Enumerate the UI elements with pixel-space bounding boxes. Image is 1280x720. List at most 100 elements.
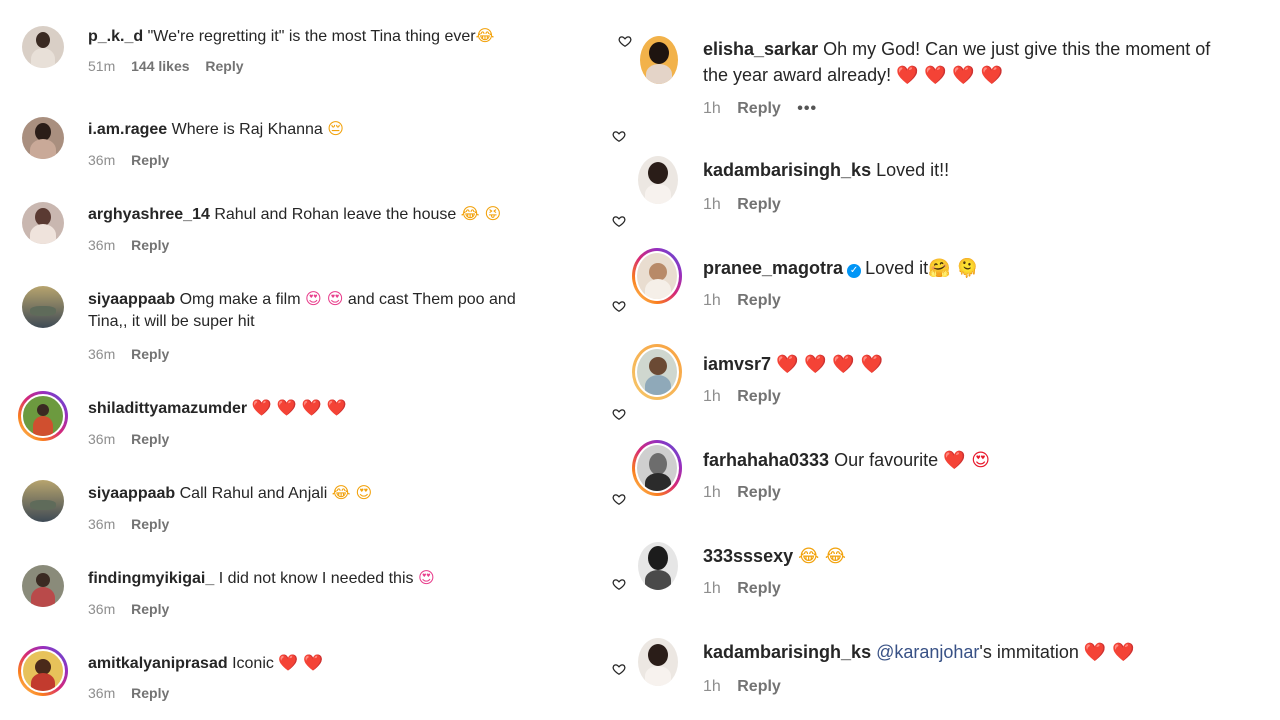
comments-left-column: p_.k._d "We're regretting it" is the mos…	[0, 0, 640, 720]
avatar-story-ring[interactable]	[632, 440, 682, 496]
avatar[interactable]	[22, 565, 64, 607]
reply-button[interactable]: Reply	[131, 431, 169, 447]
more-options-icon[interactable]: •••	[797, 100, 817, 117]
comment-meta: 1h Reply	[703, 388, 793, 406]
comment-text: kadambarisingh_ks Loved it!!	[703, 160, 950, 180]
avatar[interactable]	[640, 36, 678, 84]
comment-text: kadambarisingh_ks @karanjohar's immitati…	[703, 642, 1135, 663]
reply-button[interactable]: Reply	[131, 685, 169, 701]
comment-username[interactable]: 333sssexy	[703, 546, 793, 566]
reply-button[interactable]: Reply	[737, 484, 781, 501]
comment-text-line2: the year award already! ❤️ ❤️ ❤️ ❤️	[703, 65, 1003, 86]
avatar[interactable]	[22, 26, 64, 68]
avatar[interactable]	[638, 156, 678, 204]
comment-username[interactable]: findingmyikigai_	[88, 570, 214, 587]
avatar[interactable]	[22, 117, 64, 159]
comment-time: 1h	[703, 196, 721, 213]
avatar[interactable]	[22, 202, 64, 244]
comment-text: pranee_magotra ✓ Loved it🤗 🫠	[703, 258, 979, 279]
comment-meta: 36m Reply	[88, 516, 181, 532]
heart-outline-icon[interactable]	[612, 129, 626, 143]
verified-badge-icon: ✓	[847, 264, 862, 278]
heart-outline-icon[interactable]	[612, 214, 626, 228]
comment-meta: 1h Reply	[703, 484, 793, 502]
heart-outline-icon[interactable]	[612, 662, 626, 676]
comment-meta: 36m Reply	[88, 685, 181, 701]
avatar-story-ring[interactable]	[632, 344, 682, 400]
reply-button[interactable]: Reply	[131, 237, 169, 253]
avatar-story-ring[interactable]	[18, 646, 68, 696]
comment-time: 51m	[88, 58, 116, 74]
comment-username[interactable]: farhahaha0333	[703, 450, 829, 470]
comment-meta: 36m Reply	[88, 601, 181, 617]
reply-button[interactable]: Reply	[737, 196, 781, 213]
heart-outline-icon[interactable]	[612, 299, 626, 313]
likes-count[interactable]: 144 likes	[131, 58, 189, 74]
comment-text: siyaappaab Omg make a film 😍 😍 and cast …	[88, 289, 516, 308]
comment-meta: 1h Reply	[703, 196, 793, 214]
comment-text: iamvsr7 ❤️ ❤️ ❤️ ❤️	[703, 354, 883, 375]
heart-outline-icon[interactable]	[618, 34, 632, 48]
reply-button[interactable]: Reply	[737, 388, 781, 405]
comment-username[interactable]: arghyashree_14	[88, 206, 210, 223]
comment-text: farhahaha0333 Our favourite ❤️ 😍	[703, 450, 991, 471]
reply-button[interactable]: Reply	[737, 292, 781, 309]
comment-text-line2: Tina,, it will be super hit	[88, 313, 255, 330]
reply-button[interactable]: Reply	[737, 100, 781, 117]
comment-meta: 36m Reply	[88, 431, 181, 447]
comment-text: elisha_sarkar Oh my God! Can we just giv…	[703, 39, 1211, 59]
reply-button[interactable]: Reply	[131, 152, 169, 168]
comment-time: 1h	[703, 678, 721, 695]
reply-button[interactable]: Reply	[205, 58, 243, 74]
comment-meta: 36m Reply	[88, 237, 181, 253]
comment-meta: 51m 144 likes Reply	[88, 58, 256, 74]
avatar[interactable]	[22, 480, 64, 522]
comment-text: arghyashree_14 Rahul and Rohan leave the…	[88, 204, 502, 223]
comment-username[interactable]: kadambarisingh_ks	[703, 642, 871, 662]
comment-time: 1h	[703, 580, 721, 597]
comment-username[interactable]: siyaappaab	[88, 291, 175, 308]
comment-meta: 1h Reply	[703, 580, 793, 598]
comment-time: 36m	[88, 346, 116, 362]
avatar[interactable]	[638, 542, 678, 590]
comment-username[interactable]: kadambarisingh_ks	[703, 160, 871, 180]
comment-time: 36m	[88, 237, 116, 253]
comment-username[interactable]: elisha_sarkar	[703, 39, 818, 59]
comment-text: findingmyikigai_ I did not know I needed…	[88, 568, 435, 587]
comment-text: siyaappaab Call Rahul and Anjali 😂 😍	[88, 483, 373, 502]
reply-button[interactable]: Reply	[737, 678, 781, 695]
comment-meta: 1h Reply •••	[703, 100, 829, 118]
comments-right-column: elisha_sarkar Oh my God! Can we just giv…	[610, 0, 1280, 720]
comment-time: 1h	[703, 388, 721, 405]
heart-outline-icon[interactable]	[612, 577, 626, 591]
comment-meta: 36m Reply	[88, 152, 181, 168]
reply-button[interactable]: Reply	[131, 346, 169, 362]
comment-username[interactable]: siyaappaab	[88, 485, 175, 502]
comment-time: 1h	[703, 292, 721, 309]
comment-username[interactable]: iamvsr7	[703, 354, 771, 374]
user-mention-link[interactable]: @karanjohar	[876, 642, 979, 662]
comment-time: 36m	[88, 601, 116, 617]
comment-text: amitkalyaniprasad Iconic ❤️ ❤️	[88, 653, 324, 672]
avatar-story-ring[interactable]	[632, 248, 682, 304]
comment-username[interactable]: p_.k._d	[88, 28, 143, 45]
comment-username[interactable]: shiladittyamazumder	[88, 400, 247, 417]
comment-meta: 1h Reply	[703, 678, 793, 696]
reply-button[interactable]: Reply	[131, 601, 169, 617]
avatar[interactable]	[638, 638, 678, 686]
comment-username[interactable]: amitkalyaniprasad	[88, 655, 228, 672]
heart-outline-icon[interactable]	[612, 407, 626, 421]
reply-button[interactable]: Reply	[131, 516, 169, 532]
avatar-story-ring[interactable]	[18, 391, 68, 441]
comment-username[interactable]: pranee_magotra	[703, 258, 843, 278]
comment-username[interactable]: i.am.ragee	[88, 121, 167, 138]
comment-meta: 1h Reply	[703, 292, 793, 310]
comment-time: 36m	[88, 685, 116, 701]
avatar[interactable]	[22, 286, 64, 328]
comment-time: 1h	[703, 484, 721, 501]
reply-button[interactable]: Reply	[737, 580, 781, 597]
heart-outline-icon[interactable]	[612, 492, 626, 506]
comment-time: 36m	[88, 152, 116, 168]
comment-text: 333sssexy 😂 😂	[703, 546, 846, 567]
comment-text: p_.k._d "We're regretting it" is the mos…	[88, 26, 495, 45]
